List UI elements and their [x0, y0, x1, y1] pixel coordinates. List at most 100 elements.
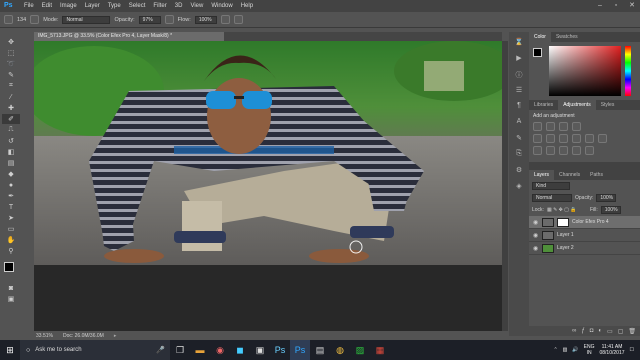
layer-kind-select[interactable]: Kind — [532, 182, 570, 190]
chrome-icon[interactable]: ◍ — [330, 340, 350, 360]
hand-tool-icon[interactable]: ✋ — [2, 235, 20, 245]
menu-help[interactable]: Help — [237, 0, 257, 12]
screen-mode-icon[interactable]: ▣ — [2, 294, 20, 304]
type-tool-icon[interactable]: T — [2, 202, 20, 212]
brush-size-value[interactable]: 134 — [17, 17, 26, 23]
network-icon[interactable]: ▥ — [563, 347, 568, 353]
menu-3d[interactable]: 3D — [171, 0, 187, 12]
crop-tool-icon[interactable]: ⌗ — [2, 81, 20, 91]
paragraph-icon[interactable]: ¶ — [513, 102, 525, 112]
visibility-eye-icon[interactable]: ◉ — [533, 232, 539, 239]
file-explorer-icon[interactable]: ▬ — [190, 340, 210, 360]
microphone-icon[interactable]: 🎤 — [156, 346, 165, 354]
app-icon-1[interactable]: ◉ — [210, 340, 230, 360]
link-layers-icon[interactable]: ∞ — [572, 328, 576, 334]
hue-saturation-icon[interactable] — [546, 134, 555, 143]
image-canvas[interactable] — [34, 41, 502, 265]
close-icon[interactable]: ✕ — [624, 0, 640, 12]
info-icon[interactable]: ⓘ — [513, 70, 525, 80]
dodge-tool-icon[interactable]: ● — [2, 180, 20, 190]
new-layer-icon[interactable]: ▢ — [618, 328, 624, 335]
selective-color-icon[interactable] — [585, 146, 594, 155]
invert-icon[interactable] — [533, 146, 542, 155]
photo-filter-icon[interactable] — [585, 134, 594, 143]
volume-icon[interactable]: 🔊 — [572, 347, 578, 353]
layer-mask-thumbnail[interactable] — [557, 217, 569, 227]
color-swatches[interactable] — [0, 260, 22, 282]
glyphs-icon[interactable]: ◈ — [513, 182, 525, 192]
photoshop-active-taskbar-icon[interactable]: Ps — [290, 340, 310, 360]
new-group-icon[interactable]: ▭ — [607, 328, 613, 335]
app-icon-5[interactable]: ▦ — [370, 340, 390, 360]
task-view-icon[interactable]: ❐ — [170, 340, 190, 360]
layer-name[interactable]: Layer 2 — [557, 245, 574, 251]
pen-tool-icon[interactable]: ✒ — [2, 191, 20, 201]
tab-libraries[interactable]: Libraries — [529, 100, 558, 110]
properties-icon[interactable]: ☰ — [513, 86, 525, 96]
layer-name[interactable]: Color Efex Pro 4 — [572, 219, 609, 225]
airbrush-icon[interactable] — [220, 15, 230, 24]
menu-edit[interactable]: Edit — [38, 0, 56, 12]
marquee-tool-icon[interactable]: ⬚ — [2, 48, 20, 58]
quick-mask-icon[interactable]: ◙ — [2, 283, 20, 293]
fx-icon[interactable]: ƒ — [581, 328, 584, 334]
menu-window[interactable]: Window — [207, 0, 236, 12]
threshold-icon[interactable] — [559, 146, 568, 155]
new-adjustment-icon[interactable]: ◐ — [598, 328, 602, 334]
history-icon[interactable]: ⌛ — [513, 38, 525, 48]
clone-source-icon[interactable]: ⎘ — [513, 150, 525, 160]
menu-view[interactable]: View — [186, 0, 207, 12]
opacity-input[interactable]: 97% — [138, 15, 161, 24]
move-tool-icon[interactable]: ✥ — [2, 37, 20, 47]
taskbar-search[interactable]: ○ Ask me to search 🎤 — [20, 340, 170, 360]
menu-select[interactable]: Select — [125, 0, 150, 12]
tab-swatches[interactable]: Swatches — [551, 32, 583, 42]
gradient-tool-icon[interactable]: ▤ — [2, 158, 20, 168]
maximize-icon[interactable]: ▫ — [608, 0, 624, 12]
tool-presets-icon[interactable]: ⚙ — [513, 166, 525, 176]
vertical-scrollbar[interactable] — [502, 41, 508, 331]
lock-icons[interactable]: ▦ ✎ ✥ ▢ 🔒 — [547, 207, 587, 213]
visibility-eye-icon[interactable]: ◉ — [533, 245, 539, 252]
tab-layers[interactable]: Layers — [529, 170, 555, 180]
eyedropper-tool-icon[interactable]: ⁄ — [2, 92, 20, 102]
foreground-color[interactable] — [4, 262, 14, 272]
tab-paths[interactable]: Paths — [585, 170, 608, 180]
path-select-tool-icon[interactable]: ➤ — [2, 213, 20, 223]
hue-slider[interactable] — [625, 46, 631, 96]
history-brush-tool-icon[interactable]: ↺ — [2, 136, 20, 146]
levels-icon[interactable] — [546, 122, 555, 131]
gradient-map-icon[interactable] — [572, 146, 581, 155]
fill-input[interactable]: 100% — [600, 206, 621, 214]
store-icon[interactable]: ◼ — [230, 340, 250, 360]
blur-tool-icon[interactable]: ◆ — [2, 169, 20, 179]
brush-settings-icon[interactable]: ✎ — [513, 134, 525, 144]
quick-select-tool-icon[interactable]: ✎ — [2, 70, 20, 80]
tab-styles[interactable]: Styles — [596, 100, 620, 110]
clone-stamp-tool-icon[interactable]: ⎍ — [2, 125, 20, 135]
minimize-icon[interactable]: – — [592, 0, 608, 12]
menu-image[interactable]: Image — [56, 0, 81, 12]
layer-row[interactable]: ◉ Color Efex Pro 4 — [529, 216, 640, 229]
lasso-tool-icon[interactable]: ➰ — [2, 59, 20, 69]
pressure-size-icon[interactable] — [233, 15, 243, 24]
pressure-opacity-icon[interactable] — [164, 15, 174, 24]
channel-mixer-icon[interactable] — [598, 134, 607, 143]
layer-row[interactable]: ◉ Layer 1 — [529, 229, 640, 242]
curves-icon[interactable] — [559, 122, 568, 131]
photoshop-taskbar-icon[interactable]: Ps — [270, 340, 290, 360]
layer-name[interactable]: Layer 1 — [557, 232, 574, 238]
app-icon-3[interactable]: ▤ — [310, 340, 330, 360]
exposure-icon[interactable] — [572, 122, 581, 131]
tab-color[interactable]: Color — [529, 32, 551, 42]
blend-mode-select[interactable]: Normal — [532, 194, 572, 202]
tab-adjustments[interactable]: Adjustments — [558, 100, 596, 110]
menu-filter[interactable]: Filter — [149, 0, 170, 12]
brush-panel-icon[interactable] — [30, 15, 40, 24]
app-icon-4[interactable]: ▨ — [350, 340, 370, 360]
healing-tool-icon[interactable]: ✚ — [2, 103, 20, 113]
character-icon[interactable]: A — [513, 118, 525, 128]
zoom-level[interactable]: 33.51% — [36, 333, 53, 339]
mode-select[interactable]: Normal — [62, 15, 111, 24]
visibility-eye-icon[interactable]: ◉ — [533, 219, 539, 226]
